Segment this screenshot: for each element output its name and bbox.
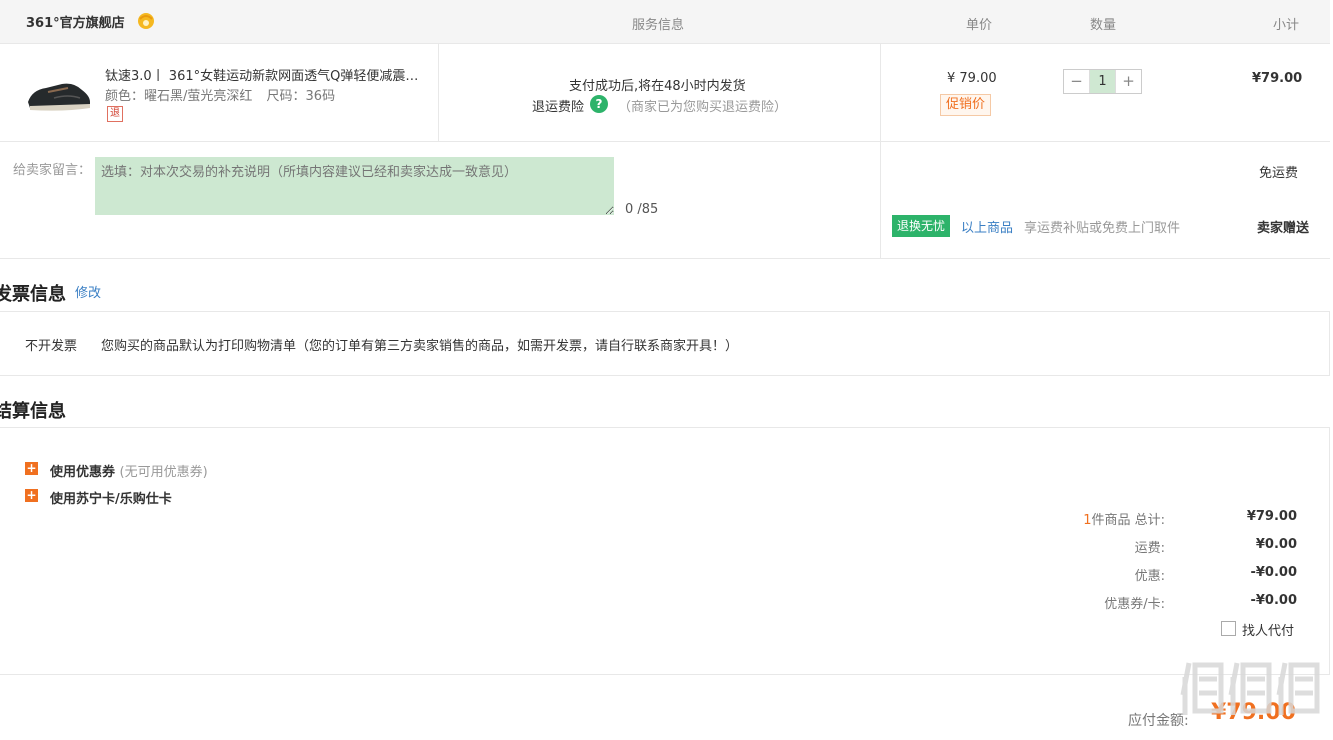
remark-row: 给卖家留言： 0 /85 免运费 退换无忧 以上商品 享运费补贴或免费上门取件 … bbox=[0, 142, 1330, 259]
product-row: 钛速3.0丨 361°女鞋运动新款网面透气Q弹轻便减震跑步鞋 颜色：曜石黑/萤光… bbox=[0, 44, 1330, 142]
worry-free-return-badge: 退换无忧 bbox=[892, 215, 951, 237]
product-thumbnail[interactable] bbox=[24, 72, 94, 116]
remark-counter: 0 /85 bbox=[625, 202, 659, 217]
help-icon[interactable]: ? bbox=[590, 95, 608, 113]
use-coupon-toggle[interactable]: 使用优惠券 (无可用优惠券) bbox=[50, 461, 208, 480]
shipping-label: 运费: bbox=[1134, 541, 1165, 556]
shipping-promise: 支付成功后,将在48小时内发货 bbox=[569, 79, 746, 94]
return-insurance-label: 退运费险 bbox=[532, 100, 585, 115]
invoice-desc: 您购买的商品默认为打印购物清单（您的订单有第三方卖家销售的商品，如需开发票，请自… bbox=[101, 339, 739, 354]
seller-gift: 卖家赠送 bbox=[1257, 221, 1310, 236]
discount-label: 优惠: bbox=[1134, 569, 1165, 584]
proxy-pay-checkbox[interactable] bbox=[1221, 621, 1236, 636]
product-size: 尺码：36码 bbox=[266, 89, 336, 104]
watermark-logo bbox=[1180, 662, 1320, 715]
qty-plus-button[interactable]: + bbox=[1116, 70, 1141, 93]
items-label: 件商品 总计: bbox=[1091, 513, 1165, 528]
discount-value: -¥0.00 bbox=[1250, 565, 1297, 580]
items-total-value: ¥79.00 bbox=[1246, 509, 1297, 524]
expand-plus-icon[interactable]: + bbox=[25, 462, 38, 475]
col-subtotal: 小计 bbox=[1273, 18, 1300, 33]
free-shipping: 免运费 bbox=[1259, 166, 1299, 181]
product-title[interactable]: 钛速3.0丨 361°女鞋运动新款网面透气Q弹轻便减震跑步鞋 bbox=[105, 65, 425, 84]
use-card-toggle[interactable]: 使用苏宁卡/乐购仕卡 bbox=[50, 488, 172, 507]
proxy-pay-label[interactable]: 找人代付 bbox=[1242, 620, 1294, 639]
divider bbox=[438, 44, 439, 141]
product-spec: 颜色：曜石黑/萤光亮深红 尺码：36码 bbox=[105, 85, 335, 104]
shipping-value: ¥0.00 bbox=[1255, 537, 1297, 552]
checkout-page: 361°官方旗舰店 服务信息 单价 数量 小计 钛速3.0丨 361°女鞋运动新… bbox=[0, 0, 1333, 740]
items-total-label: 1件商品 总计: bbox=[1083, 509, 1165, 528]
col-service: 服务信息 bbox=[632, 18, 685, 33]
invoice-type: 不开发票 bbox=[25, 339, 78, 354]
coupon-card-value: -¥0.00 bbox=[1250, 593, 1297, 608]
return-badge: 退 bbox=[107, 106, 123, 122]
return-insurance-note: （商家已为您购买退运费险） bbox=[618, 100, 788, 115]
divider bbox=[880, 142, 881, 258]
remark-input[interactable] bbox=[95, 157, 614, 215]
invoice-edit-link[interactable]: 修改 bbox=[75, 282, 101, 301]
product-color: 颜色：曜石黑/萤光亮深红 bbox=[105, 89, 253, 104]
invoice-title: 发票信息 bbox=[0, 284, 66, 305]
quantity-stepper: − 1 + bbox=[1063, 69, 1142, 94]
order-table-header: 361°官方旗舰店 服务信息 单价 数量 小计 bbox=[0, 0, 1330, 44]
return-subsidy-desc: 享运费补贴或免费上门取件 bbox=[1024, 221, 1181, 236]
col-qty: 数量 bbox=[1090, 18, 1117, 33]
qty-input[interactable]: 1 bbox=[1089, 70, 1116, 93]
above-items-link[interactable]: 以上商品 bbox=[961, 217, 1013, 236]
product-subtotal: ¥79.00 bbox=[1252, 71, 1303, 86]
store-name[interactable]: 361°官方旗舰店 bbox=[26, 12, 125, 31]
store-badge-icon bbox=[138, 13, 154, 29]
unit-price: ¥ 79.00 bbox=[947, 71, 997, 86]
qty-minus-button[interactable]: − bbox=[1064, 70, 1089, 93]
invoice-box: 不开发票 您购买的商品默认为打印购物清单（您的订单有第三方卖家销售的商品，如需开… bbox=[0, 311, 1330, 376]
coupon-card-label: 优惠券/卡: bbox=[1104, 597, 1165, 612]
use-coupon-label: 使用优惠券 bbox=[50, 465, 116, 480]
col-price: 单价 bbox=[966, 18, 993, 33]
divider bbox=[880, 44, 881, 141]
expand-plus-icon[interactable]: + bbox=[25, 489, 38, 502]
coupon-note: (无可用优惠券) bbox=[119, 465, 208, 480]
settlement-title: 结算信息 bbox=[0, 401, 66, 422]
promo-badge: 促销价 bbox=[940, 94, 992, 116]
remark-label: 给卖家留言： bbox=[13, 163, 92, 178]
